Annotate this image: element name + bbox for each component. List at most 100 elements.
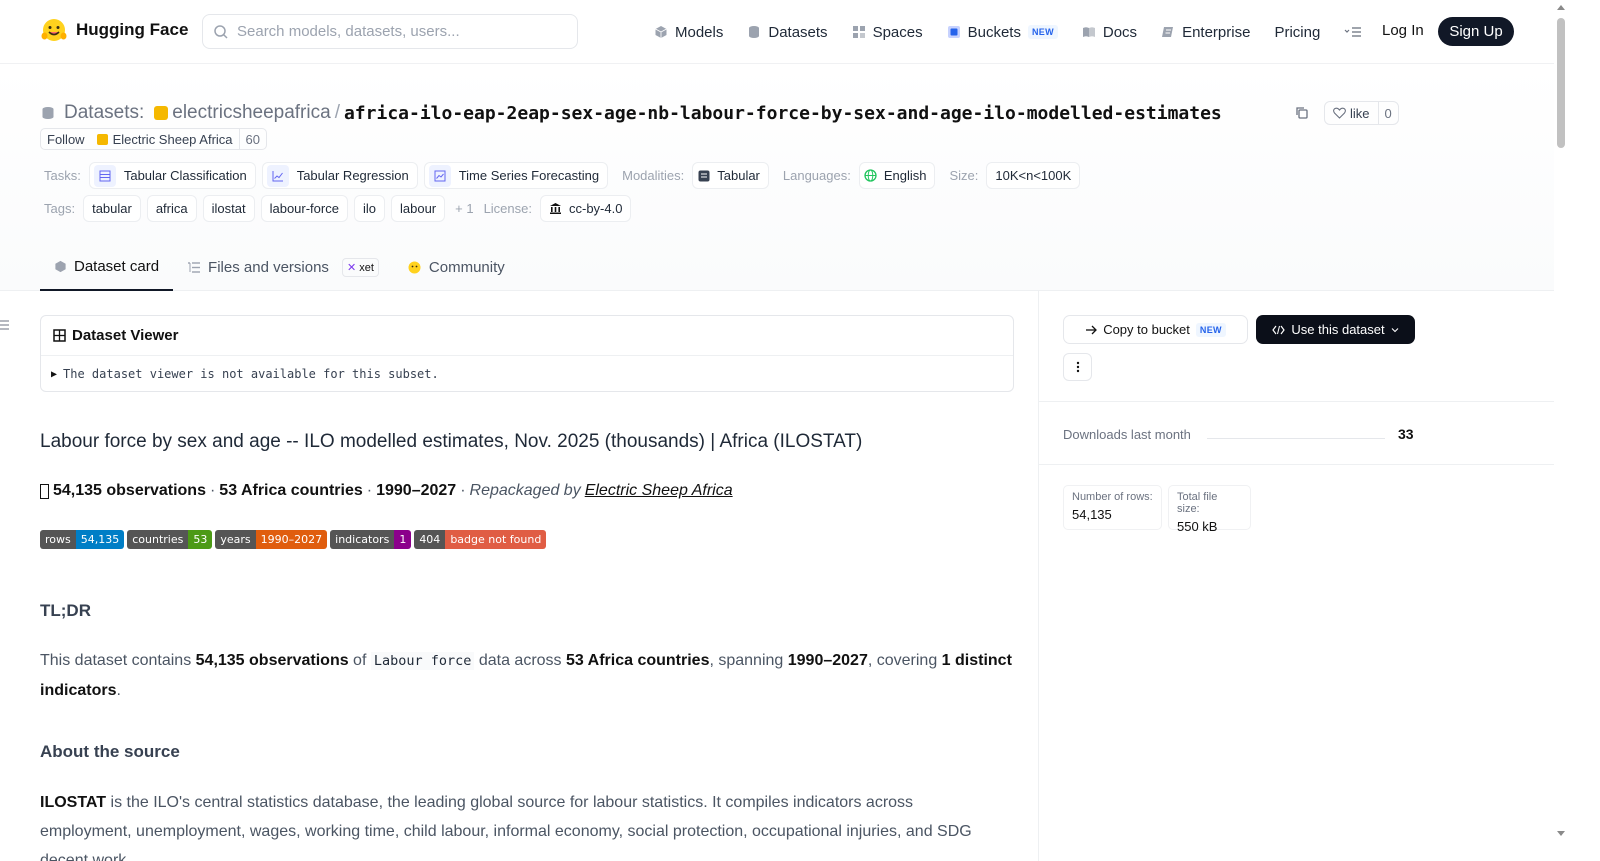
database-icon (749, 26, 760, 38)
file-tree-icon (188, 262, 201, 273)
dataset-name[interactable]: africa-ilo-eap-2eap-sex-age-nb-labour-fo… (344, 103, 1222, 124)
top-navbar: Hugging Face Models Datasets Spaces Buck… (0, 0, 1568, 64)
file-size-stat: Total file size: 550 kB (1168, 485, 1251, 534)
about-source-heading: About the source (40, 742, 180, 761)
use-this-dataset-button[interactable]: Use this dataset (1256, 315, 1415, 344)
like-button[interactable]: like 0 (1324, 101, 1399, 125)
tab-label: Dataset card (74, 258, 160, 275)
text: of (348, 652, 371, 669)
nav-enterprise[interactable]: Enterprise (1161, 24, 1250, 41)
copy-to-bucket-button[interactable]: Copy to bucket NEW (1063, 315, 1248, 344)
follow-org: Electric Sheep Africa (91, 129, 239, 149)
tag-africa[interactable]: africa (146, 195, 197, 222)
toc-toggle-icon[interactable] (0, 320, 9, 330)
tab-dataset-card[interactable]: Dataset card (40, 244, 174, 291)
tab-files-and-versions[interactable]: Files and versions ✕ xet (173, 244, 393, 291)
divider (1039, 401, 1559, 402)
tag-label: tabular (92, 201, 132, 216)
scroll-down-arrow-icon[interactable] (1557, 831, 1565, 836)
downloads-sparkline (1207, 438, 1385, 439)
search-input[interactable] (237, 23, 557, 40)
ilostat-bold: ILOSTAT (40, 794, 107, 811)
globe-icon (863, 168, 878, 183)
text: data across (474, 652, 566, 669)
more-tags-button[interactable]: + 1 (455, 201, 473, 216)
modality-tabular[interactable]: Tabular (692, 162, 769, 189)
tab-label: Files and versions (208, 259, 329, 276)
scrollbar-thumb[interactable] (1557, 18, 1565, 148)
nav-spaces[interactable]: Spaces (852, 24, 923, 41)
nav-datasets[interactable]: Datasets (747, 24, 828, 41)
license-chip[interactable]: cc-by-4.0 (539, 195, 632, 222)
shield-badge: rows 54,135 (40, 530, 125, 549)
tldr-countries: 53 Africa countries (566, 652, 710, 669)
summary-years: 1990–2027 (376, 482, 457, 499)
shield-badge: indicators 1 (330, 530, 412, 549)
dataset-viewer-notice[interactable]: ▶ The dataset viewer is not available fo… (41, 356, 1013, 392)
size-category[interactable]: 10K<n<100K (986, 162, 1081, 189)
arrow-right-icon (1086, 325, 1098, 334)
badge-key: rows (40, 530, 76, 549)
task-tabular-classification[interactable]: Tabular Classification (88, 162, 256, 189)
brand-name: Hugging Face (76, 20, 189, 39)
tldr-years: 1990–2027 (787, 652, 868, 669)
repo-tabs: Dataset card Files and versions ✕ xet Co… (40, 244, 519, 291)
path-separator: / (334, 102, 340, 123)
nav-docs-label: Docs (1102, 23, 1138, 41)
languages-label: Languages: (782, 168, 851, 183)
brand-home-link[interactable]: Hugging Face (40, 16, 188, 44)
page-scrollbar[interactable] (1554, 0, 1568, 861)
xet-icon: ✕ (346, 262, 357, 274)
nav-pricing[interactable]: Pricing (1274, 24, 1320, 41)
tldr-observations: 54,135 observations (195, 652, 349, 669)
nav-models[interactable]: Models (654, 24, 723, 41)
nav-docs[interactable]: Docs (1082, 24, 1137, 41)
tag-labour-force[interactable]: labour-force (260, 195, 348, 222)
summary-separator: · (366, 482, 373, 499)
tag-labour[interactable]: labour (390, 195, 446, 222)
login-link[interactable]: Log In (1382, 22, 1424, 39)
search-box[interactable] (202, 14, 578, 49)
org-link[interactable]: electricsheepafrica (172, 102, 330, 124)
tag-tabular[interactable]: tabular (83, 195, 141, 222)
like-label: like (1350, 105, 1370, 121)
community-icon (408, 261, 421, 274)
tab-label: Community (428, 259, 505, 276)
text: This dataset contains (40, 652, 196, 669)
badge-key: countries (127, 530, 189, 549)
database-icon (42, 107, 54, 119)
signup-button[interactable]: Sign Up (1438, 17, 1514, 46)
electric-sheep-africa-link[interactable]: Electric Sheep Africa (585, 482, 733, 500)
language-english[interactable]: English (858, 162, 936, 189)
copy-icon[interactable] (1295, 106, 1309, 120)
chevron-down-icon (1391, 327, 1398, 332)
scroll-up-arrow-icon[interactable] (1557, 5, 1565, 10)
task-tabular-regression[interactable]: Tabular Regression (261, 162, 418, 189)
rows-stat: Number of rows: 54,135 (1063, 485, 1162, 530)
file-size-value: 550 kB (1177, 519, 1218, 534)
summary-repackaged-by: Repackaged by (469, 482, 581, 499)
modality-label: Tabular (717, 168, 760, 183)
nav-models-label: Models (675, 23, 724, 41)
nav-more-menu[interactable] (1344, 25, 1362, 39)
more-options-button[interactable] (1063, 353, 1092, 381)
hugging-face-logo-icon (41, 19, 67, 41)
text: , covering (867, 652, 942, 669)
missing-glyph-icon (40, 483, 49, 499)
enterprise-icon (1162, 27, 1174, 37)
tag-ilo[interactable]: ilo (353, 195, 385, 222)
summary-observations: 54,135 observations (53, 482, 206, 499)
tag-ilostat[interactable]: ilostat (202, 195, 255, 222)
size-label: Size: (949, 168, 979, 183)
tab-community[interactable]: Community (393, 244, 519, 291)
new-badge: NEW (1027, 25, 1058, 39)
new-badge: NEW (1195, 322, 1226, 337)
license-value: cc-by-4.0 (568, 201, 623, 216)
follow-button[interactable]: Follow Electric Sheep Africa 60 (40, 128, 267, 150)
rows-label: Number of rows: (1072, 491, 1153, 503)
tag-label: africa (155, 201, 188, 216)
org-avatar (96, 133, 108, 145)
heart-icon (1333, 107, 1346, 119)
nav-buckets[interactable]: Buckets NEW (947, 24, 1058, 41)
task-time-series-forecasting[interactable]: Time Series Forecasting (423, 162, 609, 189)
